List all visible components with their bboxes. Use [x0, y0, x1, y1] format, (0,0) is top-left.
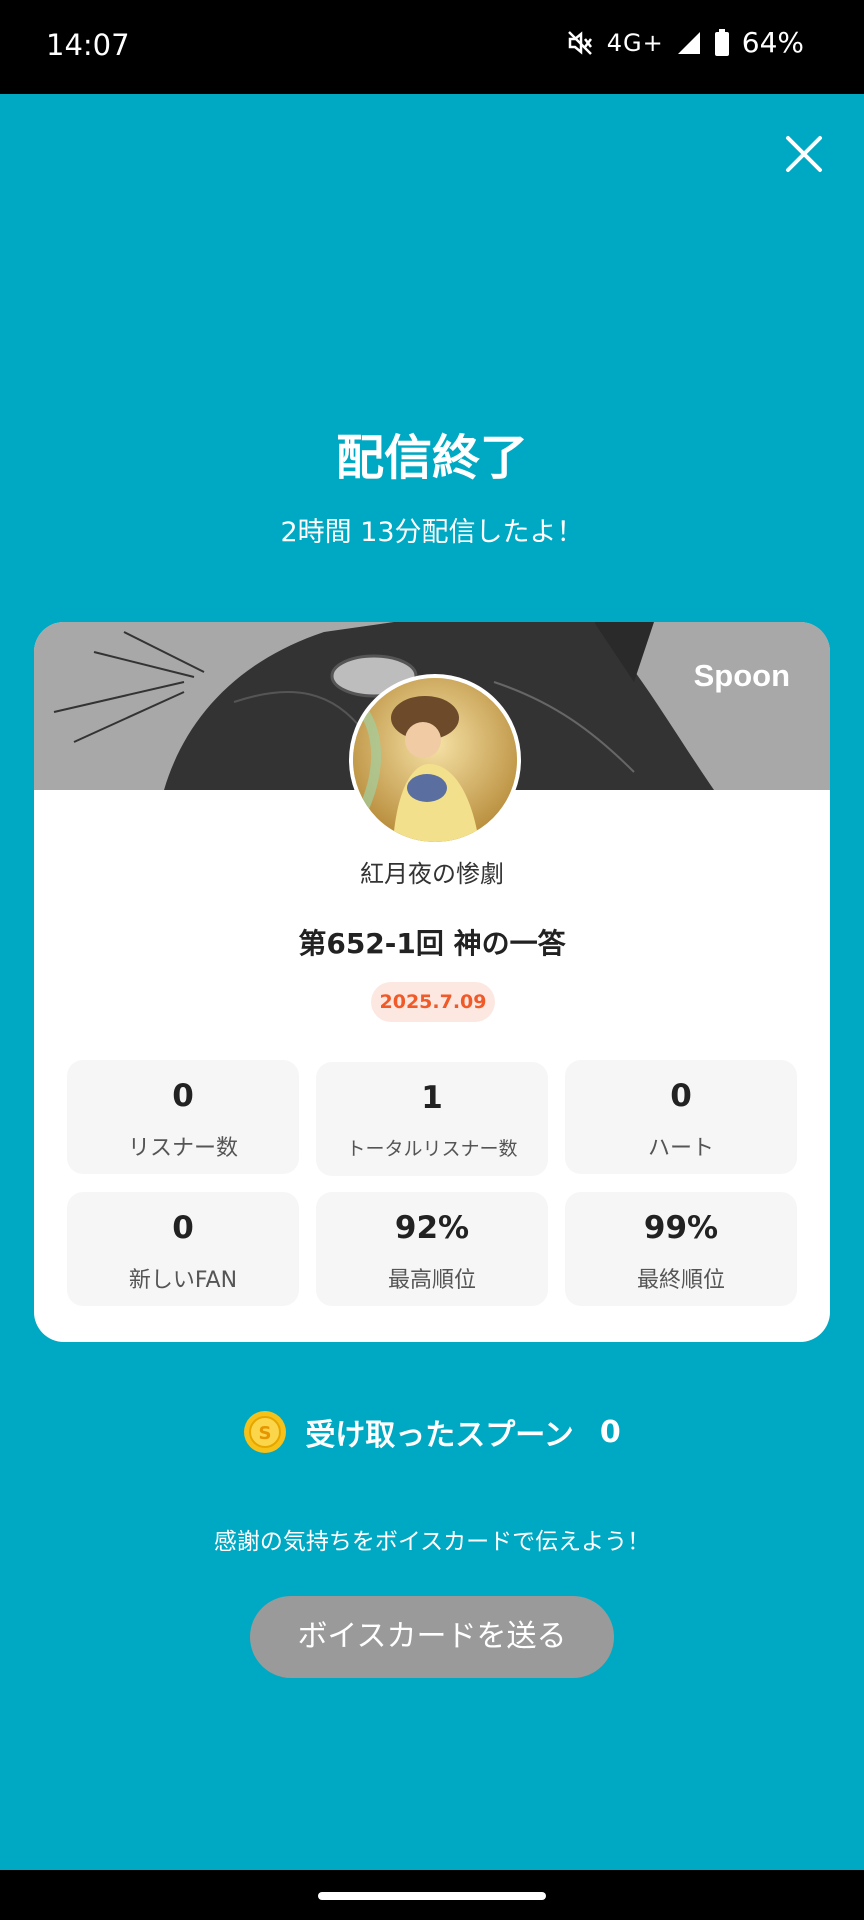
stat-value: 0	[172, 1078, 194, 1114]
stat-total-listeners: 1 トータルリスナー数	[316, 1062, 548, 1176]
username: 紅月夜の惨劇	[360, 860, 504, 888]
broadcast-summary-card: Spoon 紅月夜の惨劇 第652-1回 神の一答 2025.7.09 0 リス…	[34, 622, 830, 1342]
status-bar: 14:07 4G+ 64%	[0, 0, 864, 94]
stat-final-rank: 99% 最終順位	[565, 1192, 797, 1306]
stat-value: 92%	[394, 1210, 470, 1246]
stat-value: 0	[670, 1078, 692, 1114]
stat-value: 0	[172, 1210, 194, 1246]
stat-label: 新しいFAN	[128, 1268, 238, 1293]
stat-hearts: 0 ハート	[565, 1060, 797, 1174]
home-indicator[interactable]	[318, 1892, 546, 1900]
stat-highest-rank: 92% 最高順位	[316, 1192, 548, 1306]
network-type: 4G+	[606, 28, 664, 57]
stat-value: 99%	[643, 1210, 719, 1246]
stat-new-fans: 0 新しいFAN	[67, 1192, 299, 1306]
stat-label: 最高順位	[387, 1268, 476, 1293]
spoon-logo: Spoon	[693, 658, 790, 693]
mute-icon	[565, 28, 595, 58]
send-voice-card-button[interactable]: ボイスカードを送る	[250, 1596, 614, 1678]
spoons-count: 0	[599, 1414, 621, 1450]
stat-label: トータルリスナー数	[346, 1138, 518, 1160]
spoons-label: 受け取ったスプーン	[305, 1418, 574, 1453]
stat-listeners: 0 リスナー数	[67, 1060, 299, 1174]
close-icon	[786, 136, 822, 172]
close-button[interactable]	[780, 130, 828, 178]
status-time: 14:07	[46, 28, 130, 62]
broadcast-duration: 2時間 13分配信したよ！	[280, 517, 584, 548]
avatar[interactable]	[349, 674, 521, 846]
date-badge: 2025.7.09	[371, 982, 495, 1022]
spoon-coin-icon: S	[244, 1411, 287, 1453]
status-icons: 4G+ 64%	[565, 26, 804, 59]
battery-icon	[714, 28, 730, 57]
received-spoons: S 受け取ったスプーン 0	[0, 1410, 864, 1454]
page-title: 配信終了	[335, 430, 528, 486]
svg-text:S: S	[259, 1423, 272, 1444]
stat-label: ハート	[647, 1136, 714, 1161]
stat-value: 1	[421, 1080, 443, 1116]
avatar-image	[353, 678, 517, 842]
thanks-message: 感謝の気持ちをボイスカードで伝えよう！	[213, 1529, 651, 1555]
battery-level: 64%	[741, 26, 804, 59]
broadcast-title: 第652-1回 神の一答	[298, 927, 566, 960]
stat-label: 最終順位	[636, 1268, 725, 1293]
stat-label: リスナー数	[127, 1136, 238, 1161]
signal-icon	[676, 30, 702, 56]
